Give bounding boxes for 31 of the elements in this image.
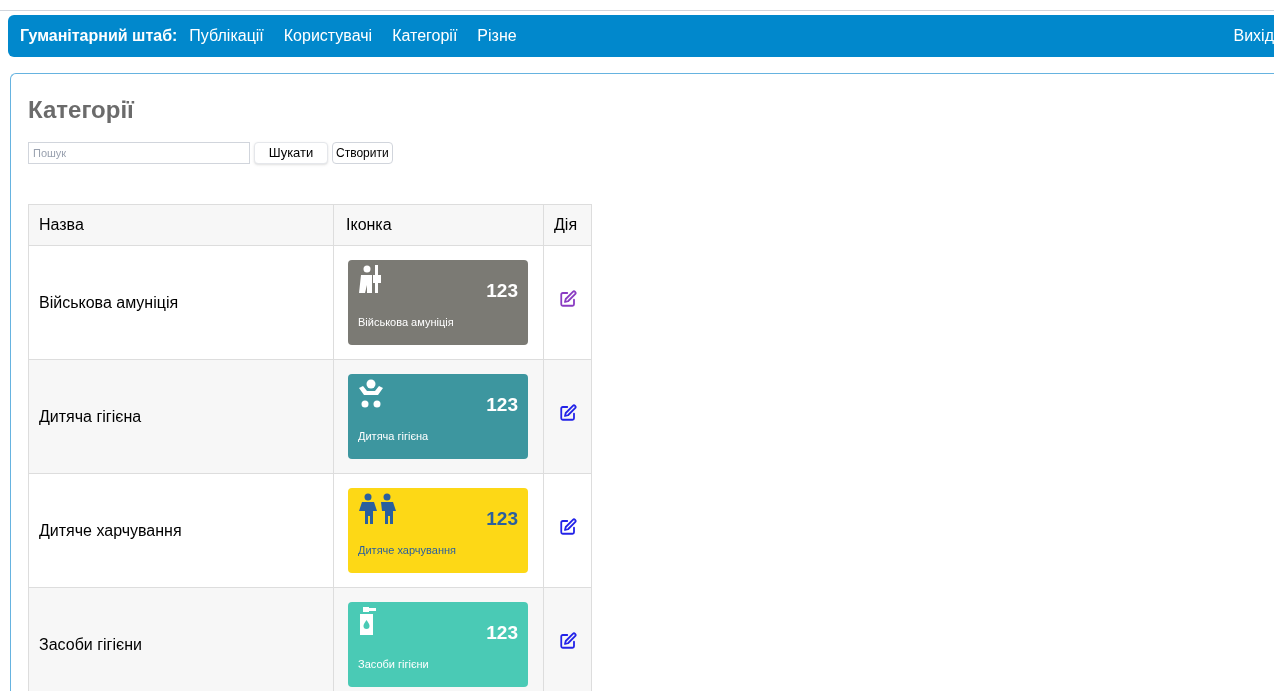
table-cell: Засоби гігієни: [28, 587, 334, 691]
baby-icon: [358, 379, 384, 409]
page-title: Категорії: [28, 95, 136, 125]
table-cell: Військова амуніція: [28, 245, 334, 360]
tile-label: Дитяче харчування: [358, 542, 458, 558]
edit-icon[interactable]: [558, 290, 577, 308]
table-cell: Дитяче харчування: [28, 473, 334, 588]
column-header: Назва: [28, 204, 334, 246]
search-field[interactable]: Пошук: [28, 142, 250, 164]
tile-count: 123: [486, 507, 518, 531]
tile-count: 123: [486, 393, 518, 417]
tile-label: Засоби гігієни: [358, 656, 430, 672]
brand-title: Гуманітарний штаб:: [20, 26, 178, 46]
column-header: Іконка: [333, 204, 544, 246]
nav-link[interactable]: Різне: [477, 24, 517, 48]
create-button[interactable]: Створити: [332, 142, 393, 164]
children-icon: [358, 493, 398, 525]
tile-count: 123: [486, 621, 518, 645]
edit-icon[interactable]: [558, 632, 577, 650]
column-header: Дія: [543, 204, 592, 246]
table-cell: Дитяча гігієна: [28, 359, 334, 474]
search-button[interactable]: Шукати: [254, 142, 328, 164]
logout-link[interactable]: Вихід: [1233, 24, 1274, 48]
tile-count: 123: [486, 279, 518, 303]
edit-icon[interactable]: [558, 518, 577, 536]
tile-label: Військова амуніція: [358, 314, 455, 330]
tile-label: Дитяча гігієна: [358, 428, 430, 444]
nav-link[interactable]: Категорії: [392, 24, 458, 48]
edit-icon[interactable]: [558, 404, 577, 422]
nav-link[interactable]: Публікації: [189, 24, 264, 48]
nav-link[interactable]: Користувачі: [283, 24, 373, 48]
